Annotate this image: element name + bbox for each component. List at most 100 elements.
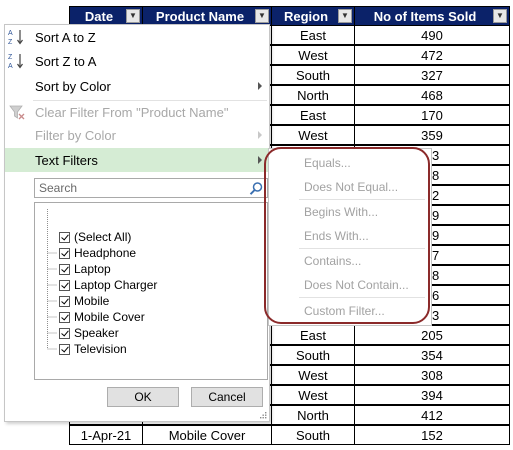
text-filters-label: Text Filters <box>35 152 98 168</box>
filter-by-color-label: Filter by Color <box>35 127 116 143</box>
filter-dropdown-product-name[interactable]: ▼ <box>255 9 269 23</box>
sort-z-to-a-icon: Z A <box>8 54 23 70</box>
checklist-item-label: Headphone <box>74 246 137 260</box>
checkbox-checked-icon[interactable] <box>59 295 70 307</box>
region-cell[interactable]: North <box>271 85 355 105</box>
items-sold-cell[interactable]: 205 <box>354 325 510 345</box>
submenu-arrow-icon <box>258 156 262 164</box>
region-cell[interactable]: South <box>271 345 355 365</box>
sort-z-to-a-item[interactable]: Z A Sort Z to A <box>5 50 269 72</box>
region-cell[interactable]: South <box>271 65 355 85</box>
search-input[interactable] <box>37 180 241 196</box>
value-checklist: (Select All) Headphone Laptop Laptop Cha… <box>34 202 268 380</box>
magnifier-icon <box>249 182 263 195</box>
autofilter-menu: A Z Sort A to Z Z A Sort Z to A Sort by … <box>4 24 270 422</box>
region-cell[interactable]: West <box>271 125 355 145</box>
checklist-item-select-all[interactable]: (Select All) <box>59 229 131 245</box>
submenu-item-ends-with[interactable]: Ends With... <box>269 224 431 248</box>
region-cell[interactable]: West <box>271 385 355 405</box>
checklist-item-television[interactable]: Television <box>59 341 127 357</box>
items-sold-cell[interactable]: 412 <box>354 405 510 425</box>
checkbox-checked-icon[interactable] <box>59 263 70 275</box>
checkbox-checked-icon[interactable] <box>59 311 70 323</box>
header-product-name: Product Name ▼ <box>142 6 272 26</box>
sort-a-to-z-icon: A Z <box>8 30 23 46</box>
region-cell[interactable]: East <box>271 105 355 125</box>
tree-connector-lines <box>47 209 57 350</box>
checklist-item-label: Television <box>74 342 127 356</box>
header-region: Region ▼ <box>271 6 355 26</box>
svg-text:Z: Z <box>8 39 13 46</box>
header-date: Date ▼ <box>69 6 143 26</box>
filter-dropdown-region[interactable]: ▼ <box>338 9 352 23</box>
items-sold-cell[interactable]: 394 <box>354 385 510 405</box>
items-sold-cell[interactable]: 472 <box>354 45 510 65</box>
checklist-item-label: Laptop Charger <box>74 278 158 292</box>
region-cell[interactable]: East <box>271 325 355 345</box>
text-filters-item[interactable]: Text Filters <box>5 148 269 172</box>
submenu-item-equals[interactable]: Equals... <box>269 151 431 175</box>
filter-dropdown-date[interactable]: ▼ <box>126 9 140 23</box>
items-sold-cell[interactable]: 490 <box>354 25 510 45</box>
checkbox-checked-icon[interactable] <box>59 247 70 259</box>
checkbox-checked-icon[interactable] <box>59 343 70 355</box>
region-cell[interactable]: South <box>271 425 355 445</box>
checkbox-checked-icon[interactable] <box>59 327 70 339</box>
region-cell[interactable]: West <box>271 45 355 65</box>
region-cell[interactable]: West <box>271 365 355 385</box>
checklist-item-label: Mobile <box>74 294 110 308</box>
submenu-item-does-not-contain[interactable]: Does Not Contain... <box>269 273 431 297</box>
submenu-item-contains[interactable]: Contains... <box>269 249 431 273</box>
checklist-item-label: Laptop <box>74 262 111 276</box>
submenu-arrow-icon <box>258 131 262 139</box>
submenu-arrow-icon <box>258 82 262 90</box>
sort-by-color-label: Sort by Color <box>35 78 111 94</box>
sort-z-to-a-label: Sort Z to A <box>35 53 97 69</box>
submenu-item-does-not-equal[interactable]: Does Not Equal... <box>269 175 431 199</box>
product-cell[interactable]: Mobile Cover <box>142 425 272 445</box>
items-sold-cell[interactable]: 308 <box>354 365 510 385</box>
clear-filter-item[interactable]: Clear Filter From "Product Name" <box>5 101 269 123</box>
checkbox-checked-icon[interactable] <box>59 279 70 291</box>
checklist-item-mobile-cover[interactable]: Mobile Cover <box>59 309 145 325</box>
filter-by-color-item[interactable]: Filter by Color <box>5 124 269 146</box>
search-box <box>34 178 268 198</box>
checkbox-checked-icon[interactable] <box>59 231 70 243</box>
cancel-button[interactable]: Cancel <box>191 387 263 407</box>
items-sold-cell[interactable]: 327 <box>354 65 510 85</box>
svg-text:A: A <box>8 30 13 37</box>
checklist-item-headphone[interactable]: Headphone <box>59 245 136 261</box>
checklist-item-speaker[interactable]: Speaker <box>59 325 119 341</box>
sort-a-to-z-label: Sort A to Z <box>35 29 96 45</box>
checklist-item-laptop[interactable]: Laptop <box>59 261 111 277</box>
header-product-name-label: Product Name <box>155 8 245 24</box>
submenu-item-custom-filter[interactable]: Custom Filter... <box>269 299 431 323</box>
items-sold-cell[interactable]: 468 <box>354 85 510 105</box>
header-items-sold-label: No of Items Sold <box>373 8 477 24</box>
items-sold-cell[interactable]: 354 <box>354 345 510 365</box>
submenu-item-begins-with[interactable]: Begins With... <box>269 200 431 224</box>
filter-dropdown-items-sold[interactable]: ▼ <box>493 9 507 23</box>
header-region-label: Region <box>283 8 329 24</box>
ok-button[interactable]: OK <box>107 387 179 407</box>
checklist-item-label: Mobile Cover <box>74 310 145 324</box>
sort-a-to-z-item[interactable]: A Z Sort A to Z <box>5 26 269 48</box>
region-cell[interactable]: East <box>271 25 355 45</box>
header-items-sold: No of Items Sold ▼ <box>354 6 510 26</box>
header-date-label: Date <box>84 8 114 24</box>
resize-grip-icon[interactable] <box>260 412 267 419</box>
items-sold-cell[interactable]: 359 <box>354 125 510 145</box>
checklist-item-laptop-charger[interactable]: Laptop Charger <box>59 277 157 293</box>
svg-text:Z: Z <box>8 54 13 61</box>
items-sold-cell[interactable]: 170 <box>354 105 510 125</box>
sort-by-color-item[interactable]: Sort by Color <box>5 75 269 97</box>
region-cell[interactable]: North <box>271 405 355 425</box>
checklist-item-label: Speaker <box>74 326 119 340</box>
clear-filter-icon <box>9 105 25 120</box>
submenu-divider <box>299 297 425 298</box>
text-filters-submenu: Equals... Does Not Equal... Begins With.… <box>268 148 432 326</box>
date-cell[interactable]: 1-Apr-21 <box>69 425 143 445</box>
checklist-item-mobile[interactable]: Mobile <box>59 293 109 309</box>
svg-text:A: A <box>8 63 13 70</box>
items-sold-cell[interactable]: 152 <box>354 425 510 445</box>
